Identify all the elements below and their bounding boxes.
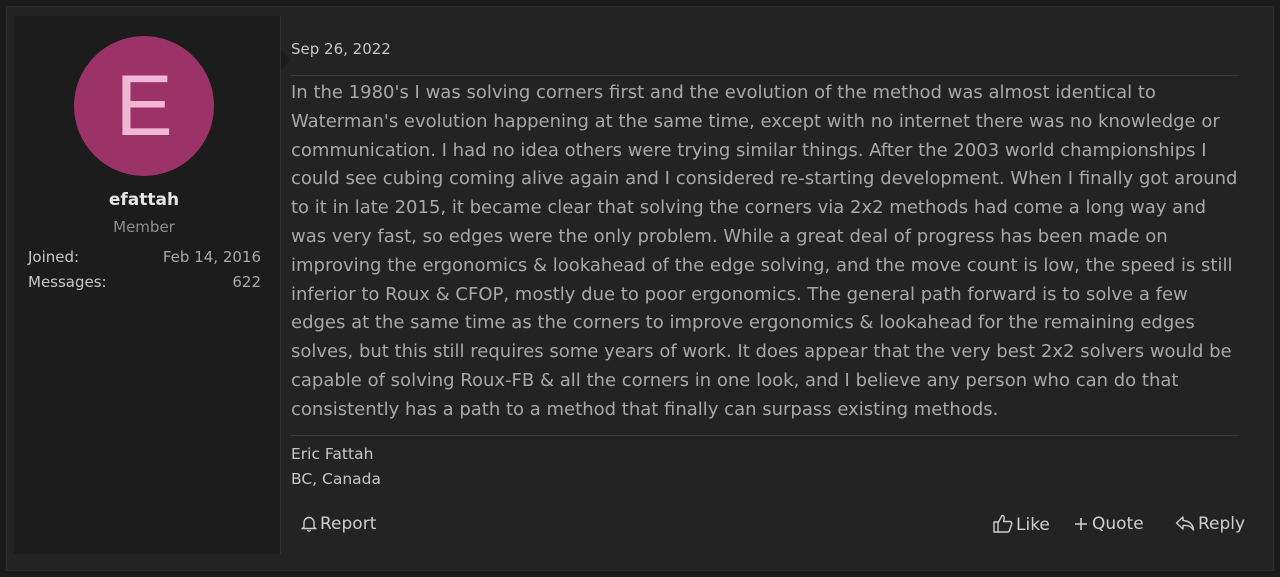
report-label: Report xyxy=(320,514,377,534)
plus-icon xyxy=(1075,518,1087,530)
like-label: Like xyxy=(1016,515,1050,535)
stat-value-messages[interactable]: 622 xyxy=(232,273,261,291)
divider xyxy=(291,435,1239,436)
user-title: Member xyxy=(113,218,175,236)
bell-icon xyxy=(300,516,318,532)
divider xyxy=(291,75,1239,76)
report-button[interactable]: Report xyxy=(300,514,377,534)
signature-line: Eric Fattah xyxy=(291,445,374,463)
user-panel: E efattah Member Joined: Feb 14, 2016 Me… xyxy=(14,16,291,554)
signature-line: BC, Canada xyxy=(291,470,382,488)
stat-row-messages: Messages: 622 xyxy=(28,273,261,291)
stat-value-joined: Feb 14, 2016 xyxy=(162,248,261,266)
stat-row-joined: Joined: Feb 14, 2016 xyxy=(28,248,261,266)
post-date[interactable]: Sep 26, 2022 xyxy=(291,40,391,58)
username[interactable]: efattah xyxy=(14,190,274,210)
reply-label: Reply xyxy=(1198,514,1246,534)
stat-label-messages: Messages: xyxy=(28,273,107,291)
avatar[interactable]: E xyxy=(74,36,214,176)
reply-button[interactable]: Reply xyxy=(1175,514,1245,534)
quote-label: Quote xyxy=(1092,514,1144,534)
reply-icon xyxy=(1175,516,1195,531)
panel-arrow xyxy=(281,50,291,70)
post-body: In the 1980's I was solving corners firs… xyxy=(291,82,1238,420)
quote-button[interactable]: Quote xyxy=(1073,514,1144,534)
stat-label-joined: Joined: xyxy=(28,248,80,266)
like-button[interactable]: Like xyxy=(993,514,1050,535)
thumbs-up-icon xyxy=(993,514,1013,533)
